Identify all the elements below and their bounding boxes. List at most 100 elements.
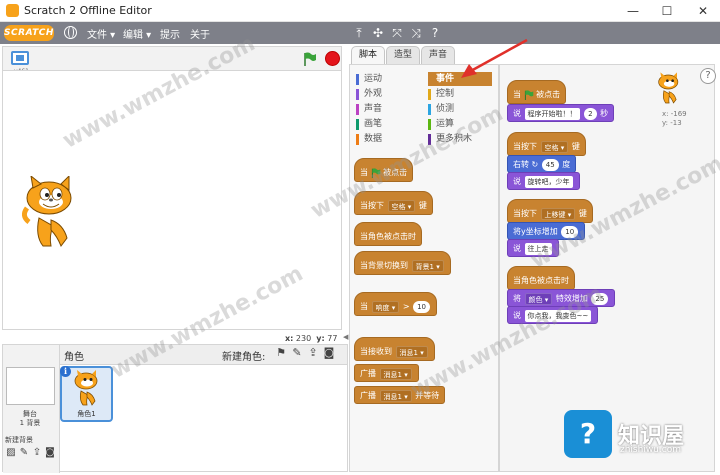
sensor-dropdown[interactable]: 响度 ▾	[371, 300, 400, 313]
block-when-backdrop-switches[interactable]: 当背景切换到 背景1 ▾	[354, 251, 451, 275]
broadcast-wait-dropdown[interactable]: 消息1 ▾	[379, 389, 412, 402]
upload-sprite-icon[interactable]: ⇪	[306, 346, 320, 360]
category-control[interactable]: 控制	[428, 87, 492, 101]
help-icon[interactable]: ?	[700, 68, 716, 84]
tab-scripts[interactable]: 脚本	[351, 46, 386, 64]
paint-backdrop-icon[interactable]: ✎	[18, 447, 30, 459]
category-sound[interactable]: 声音	[356, 102, 420, 116]
green-flag-icon[interactable]	[303, 52, 317, 66]
say-text-input[interactable]: 往上走	[524, 242, 552, 255]
say-text-input[interactable]: 你点我，我变色~~	[524, 309, 592, 322]
duplicate-stamp-icon[interactable]: ⤒	[352, 25, 366, 41]
backdrop-dropdown[interactable]: 背景1 ▾	[411, 259, 444, 272]
delete-cut-icon[interactable]: ✣	[371, 25, 385, 41]
paint-sprite-icon[interactable]: ✎	[290, 346, 304, 360]
script3-say[interactable]: 说 往上走	[507, 239, 559, 257]
script2-say[interactable]: 说 旋转吧，少年	[507, 172, 580, 190]
say-text-input[interactable]: 程序开始啦！！	[524, 107, 580, 120]
category-more-blocks[interactable]: 更多积木	[428, 132, 492, 146]
sprite-name: 角色1	[77, 410, 96, 418]
category-motion[interactable]: 运动	[356, 72, 420, 86]
key-dropdown[interactable]: 空格 ▾	[540, 140, 569, 153]
script3-change-y[interactable]: 将y坐标增加 10	[507, 222, 586, 240]
tab-sounds[interactable]: 声音	[421, 46, 456, 64]
block-when-key-pressed[interactable]: 当按下 空格 ▾ 键	[354, 191, 433, 215]
scratch-cat-sprite[interactable]	[21, 176, 85, 252]
effect-dropdown[interactable]: 颜色 ▾	[524, 292, 553, 305]
message-dropdown[interactable]: 消息1 ▾	[395, 345, 428, 358]
category-looks[interactable]: 外观	[356, 87, 420, 101]
tab-costumes[interactable]: 造型	[386, 46, 421, 64]
scratch-logo: SCRATCH	[4, 25, 54, 41]
category-sensing[interactable]: 侦测	[428, 102, 492, 116]
brand-logo-icon: ?	[564, 410, 612, 458]
block-when-flag-clicked[interactable]: 当 被点击	[354, 158, 414, 182]
degrees-input[interactable]: 45	[541, 158, 559, 171]
stage-header: v461	[2, 46, 342, 75]
say-seconds-input[interactable]: 2	[584, 107, 597, 120]
camera-sprite-icon[interactable]: ◙	[322, 346, 336, 360]
menu-bar: SCRATCH 文件 ▾ 编辑 ▾ 提示 关于 ⤒ ✣ ⤧ ⤨ ?	[0, 22, 720, 44]
key-dropdown[interactable]: 上移键 ▾	[540, 207, 576, 220]
camera-backdrop-icon[interactable]: ◙	[44, 447, 56, 459]
category-pen[interactable]: 画笔	[356, 117, 420, 131]
window-title: Scratch 2 Offline Editor	[24, 4, 152, 17]
maximize-button[interactable]: ☐	[650, 0, 684, 22]
say-text-input[interactable]: 旋转吧，少年	[524, 175, 573, 188]
new-sprite-label: 新建角色:	[222, 352, 266, 363]
menu-edit[interactable]: 编辑 ▾	[123, 26, 151, 41]
effect-amount-input[interactable]: 25	[591, 292, 609, 305]
new-backdrop-label: 新建背景	[5, 436, 33, 444]
sprite-info-icon[interactable]: i	[60, 366, 71, 377]
upload-backdrop-icon[interactable]: ⇪	[31, 447, 43, 459]
key-dropdown[interactable]: 空格 ▾	[387, 199, 416, 212]
green-flag-icon	[524, 89, 533, 100]
stage-backdrop-count: 1 背景	[19, 419, 41, 427]
block-when-sprite-clicked[interactable]: 当角色被点击时	[354, 222, 422, 246]
minimize-button[interactable]: —	[616, 0, 650, 22]
sprite-cat-icon	[74, 370, 98, 406]
current-sprite-cat-icon	[658, 72, 679, 104]
language-globe-icon[interactable]	[64, 26, 77, 39]
menu-about[interactable]: 关于	[190, 26, 210, 41]
block-when-receive[interactable]: 当接收到 消息1 ▾	[354, 337, 435, 361]
stage[interactable]	[2, 70, 342, 330]
script4-say[interactable]: 说 你点我，我变色~~	[507, 306, 599, 324]
category-data[interactable]: 数据	[356, 132, 420, 146]
brand-url: zhishiwu.com	[620, 445, 681, 455]
script3-when-key-pressed[interactable]: 当按下 上移键 ▾ 键	[507, 199, 593, 223]
block-help-icon[interactable]: ?	[428, 25, 442, 41]
sprites-title: 角色	[64, 352, 84, 363]
close-button[interactable]: ✕	[686, 0, 720, 22]
script1-say-for-seconds[interactable]: 说 程序开始啦！！ 2 秒	[507, 104, 615, 122]
category-operators[interactable]: 运算	[428, 117, 492, 131]
threshold-input[interactable]: 10	[413, 300, 431, 313]
script4-when-sprite-clicked[interactable]: 当角色被点击时	[507, 266, 575, 290]
presentation-mode-icon[interactable]	[11, 51, 29, 65]
collapse-stage-icon[interactable]: ◀	[343, 333, 348, 341]
script2-when-key-pressed[interactable]: 当按下 空格 ▾ 键	[507, 132, 586, 156]
stop-sign-icon[interactable]	[325, 51, 340, 66]
script4-change-effect[interactable]: 将 颜色 ▾ 特效增加 25	[507, 289, 616, 307]
rotate-clockwise-icon: ↻	[531, 160, 539, 169]
menu-tips[interactable]: 提示	[160, 26, 180, 41]
shrink-icon[interactable]: ⤨	[409, 25, 423, 41]
choose-sprite-library-icon[interactable]: ⚑	[274, 346, 288, 360]
menu-file[interactable]: 文件 ▾	[87, 26, 115, 41]
block-broadcast[interactable]: 广播 消息1 ▾	[354, 364, 419, 382]
change-y-input[interactable]: 10	[561, 225, 579, 238]
stage-thumbnail[interactable]	[6, 367, 55, 405]
sprite-y-position: y: -13	[662, 119, 682, 127]
app-icon	[6, 4, 19, 17]
sprite-x-position: x: -169	[662, 110, 687, 118]
broadcast-dropdown[interactable]: 消息1 ▾	[379, 367, 412, 380]
green-flag-icon	[371, 167, 380, 178]
title-bar: Scratch 2 Offline Editor — ☐ ✕	[0, 0, 720, 22]
mouse-coordinates: x: 230 y: 77	[285, 334, 338, 343]
backdrop-library-icon[interactable]: ▨	[5, 447, 17, 459]
script2-turn-right[interactable]: 右转 ↻ 45 度	[507, 155, 577, 173]
block-when-sensor-greater[interactable]: 当 响度 ▾ > 10	[354, 292, 438, 316]
grow-icon[interactable]: ⤧	[390, 25, 404, 41]
block-broadcast-and-wait[interactable]: 广播 消息1 ▾ 并等待	[354, 386, 446, 404]
annotation-arrow-icon	[461, 38, 528, 78]
